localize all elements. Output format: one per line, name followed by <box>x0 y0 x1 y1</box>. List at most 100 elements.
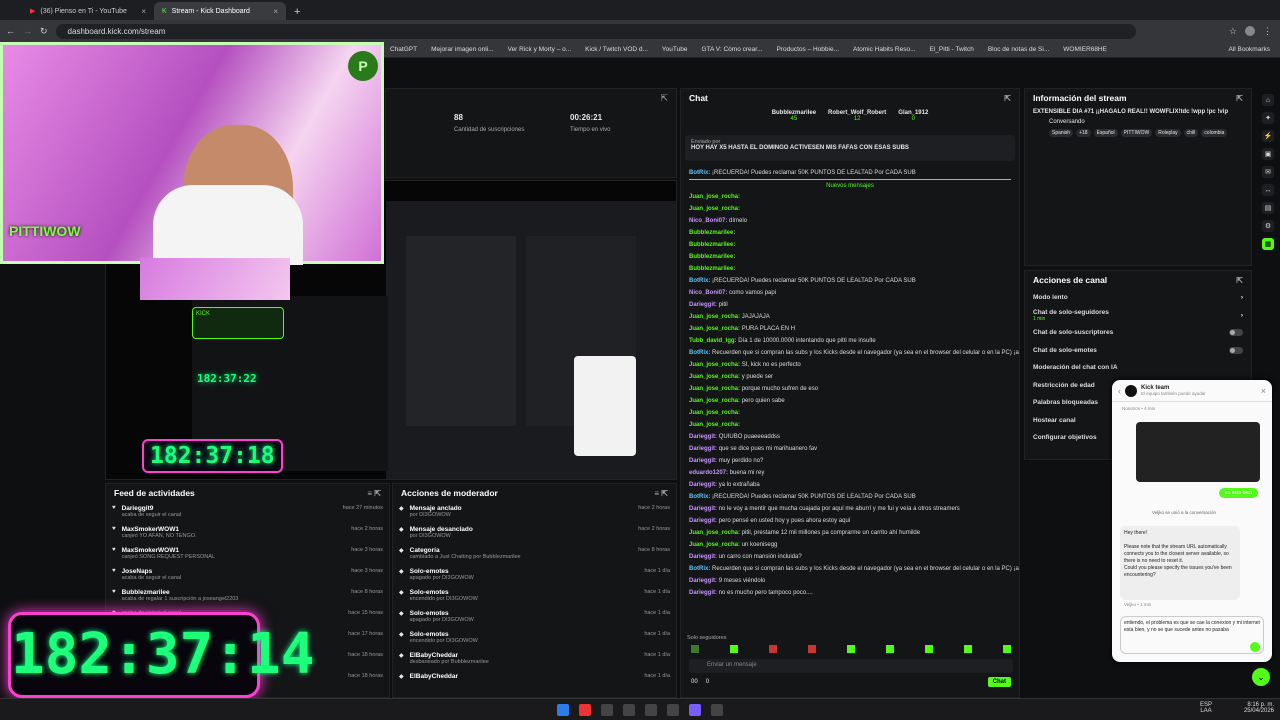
emote-icon[interactable] <box>886 645 894 653</box>
tag-chip[interactable]: chill <box>1183 129 1199 137</box>
back-icon[interactable]: ‹ <box>1118 386 1121 396</box>
rail-icon[interactable]: ⚙ <box>1262 220 1274 232</box>
tag-chip[interactable]: Spanish <box>1049 129 1074 137</box>
chat-username[interactable]: Darieggit: <box>689 446 717 452</box>
chat-username[interactable]: Juan_jose_rocha: <box>689 362 740 368</box>
star-icon[interactable]: ☆ <box>1229 26 1237 37</box>
bookmark-item[interactable]: Atomic Habits Reso... <box>853 46 916 53</box>
mod-item[interactable]: ◆ Solo-emotes encendido por DI3GOWOW hace 1… <box>393 628 676 649</box>
bookmark-item[interactable]: Kick / Twitch VOD d... <box>585 46 648 53</box>
channel-action[interactable]: Chat de solo-suscriptores <box>1025 324 1251 342</box>
emote-icon[interactable] <box>691 645 699 653</box>
bookmark-item[interactable]: WOMIER68HE <box>1063 46 1107 53</box>
app-icon[interactable] <box>623 703 635 716</box>
clock[interactable]: 8:16 p. m. 25/04/2026 <box>1244 702 1274 714</box>
edit-icon[interactable]: ⇱ <box>1236 94 1243 103</box>
send-icon[interactable] <box>1250 642 1260 652</box>
all-bookmarks[interactable]: All Bookmarks <box>1228 46 1270 53</box>
app-icon[interactable] <box>711 703 723 716</box>
mod-item[interactable]: ◆ Solo-emotes apagado por DI3GOWOW hace 1 d… <box>393 565 676 586</box>
rail-icon[interactable]: ↔ <box>1262 184 1274 196</box>
chat-username[interactable]: Juan_jose_rocha: <box>689 422 740 428</box>
chat-username[interactable]: Bubblezmarilee: <box>689 266 735 272</box>
chat-username[interactable]: Nico_Boni07: <box>689 218 727 224</box>
chat-username[interactable]: BotRix: <box>689 350 710 356</box>
feed-item[interactable]: ♥ Bubblezmarilee acaba de regalar 1 suscri… <box>106 586 389 607</box>
bookmark-item[interactable]: YouTube <box>662 46 688 53</box>
chat-username[interactable]: Juan_jose_rocha: <box>689 410 740 416</box>
chat-username[interactable]: Juan_jose_rocha: <box>689 206 740 212</box>
chat-username[interactable]: Nico_Boni07: <box>689 290 727 296</box>
mod-item[interactable]: ◆ Mensaje desanclado por DI3GOWOW hace 2 ho… <box>393 523 676 544</box>
channel-action[interactable]: Chat de solo-emotes <box>1025 342 1251 360</box>
steam-icon[interactable] <box>601 703 613 716</box>
profile-icon[interactable] <box>1245 26 1255 36</box>
feed-item[interactable]: ♥ Darieggit9 acaba de seguir el canal hace … <box>106 502 389 523</box>
feed-item[interactable]: ♥ MaxSmokerWOW1 canjeó SONG REQUEST PERSON… <box>106 544 389 565</box>
reload-icon[interactable]: ↻ <box>40 26 48 37</box>
chat-username[interactable]: Juan_jose_rocha: <box>689 194 740 200</box>
bookmark-item[interactable]: ChatGPT <box>390 46 417 53</box>
bookmark-item[interactable]: Productos – Hobbie... <box>777 46 840 53</box>
new-tab-icon[interactable]: + <box>286 6 308 18</box>
chat-username[interactable]: Juan_jose_rocha: <box>689 326 740 332</box>
popout-icon[interactable]: ⇱ <box>660 93 668 104</box>
start-icon[interactable] <box>557 703 569 716</box>
rail-icon[interactable]: ▤ <box>1262 202 1274 214</box>
chat-username[interactable]: Darieggit: <box>689 458 717 464</box>
chrome-icon[interactable] <box>579 703 591 716</box>
mod-item[interactable]: ◆ Mensaje anclado por DI3GOWOW hace 2 horas <box>393 502 676 523</box>
mod-item[interactable]: ◆ Solo-emotes apagado por DI3GOWOW hace 1 d… <box>393 607 676 628</box>
rail-icon[interactable]: ⚡ <box>1262 130 1274 142</box>
tag-chip[interactable]: colombia <box>1201 129 1228 137</box>
rail-icon[interactable]: ▦ <box>1262 238 1274 250</box>
forward-icon[interactable]: → <box>23 26 32 36</box>
chat-username[interactable]: BotRix: <box>689 278 710 284</box>
mod-item[interactable]: ◆ ElBabyCheddar hace 1 día <box>393 670 676 691</box>
mod-item[interactable]: ◆ Solo-emotes encendido por DI3GOWOW hace 1… <box>393 586 676 607</box>
rail-icon[interactable]: ✉ <box>1262 166 1274 178</box>
bookmark-item[interactable]: El_Pitti - Twitch <box>930 46 974 53</box>
chat-username[interactable]: Darieggit: <box>689 302 717 308</box>
close-icon[interactable]: × <box>273 7 278 16</box>
tag-chip[interactable]: Roleplay <box>1155 129 1181 137</box>
chat-username[interactable]: Darieggit: <box>689 590 717 596</box>
close-icon[interactable]: × <box>1261 386 1266 396</box>
mod-item[interactable]: ◆ ElBabyCheddar desbaneado por Bubblezmari… <box>393 649 676 670</box>
toggle-switch[interactable] <box>1229 346 1243 354</box>
app-icon[interactable] <box>645 703 657 716</box>
emote-icon[interactable] <box>964 645 972 653</box>
emote-icon[interactable] <box>808 645 816 653</box>
rail-icon[interactable]: ✦ <box>1262 112 1274 124</box>
app-icon[interactable] <box>667 703 679 716</box>
popout-icon[interactable]: ⇱ <box>1004 94 1011 103</box>
bookmark-item[interactable]: GTA V: Cómo crear... <box>701 46 762 53</box>
tab-youtube[interactable]: ▶ (36) Pienso en Ti - YouTube × <box>22 2 154 20</box>
chat-username[interactable]: Tubb_david_lgg: <box>689 338 737 344</box>
rail-icon[interactable]: ⌂ <box>1262 94 1274 106</box>
channel-action[interactable]: Chat de solo-seguidores 1 min › <box>1025 307 1251 325</box>
chat-username[interactable]: eduardo1207: <box>689 470 728 476</box>
pinned-message[interactable]: Enviado por HOY HAY X5 HASTA EL DOMINGO … <box>685 135 1015 161</box>
mod-item[interactable]: ◆ Categoría cambiado a Just Chatting por B… <box>393 544 676 565</box>
chat-input[interactable]: Enviar un mensaje <box>689 659 1013 673</box>
chat-username[interactable]: BotRix: <box>689 494 710 500</box>
chat-username[interactable]: Bubblezmarilee: <box>689 242 735 248</box>
bookmark-item[interactable]: Mejorar imagen onli... <box>431 46 494 53</box>
chat-username[interactable]: Juan_jose_rocha: <box>689 314 740 320</box>
close-icon[interactable]: × <box>141 7 146 16</box>
chat-username[interactable]: Juan_jose_rocha: <box>689 542 740 548</box>
tag-chip[interactable]: PITTIWOW <box>1120 129 1153 137</box>
chat-username[interactable]: Bubblezmarilee: <box>689 254 735 260</box>
filter-icon[interactable]: ≡ ⇱ <box>367 489 381 498</box>
feed-item[interactable]: ♥ JoseNaps acaba de seguir el canal hace 3 … <box>106 565 389 586</box>
chat-username[interactable]: Darieggit: <box>689 554 717 560</box>
emote-icon[interactable] <box>847 645 855 653</box>
channel-action[interactable]: Modo lento › <box>1025 289 1251 307</box>
feed-item[interactable]: ♥ MaxSmokerWOW1 canjeó YO AFAN, NO TENGO. h… <box>106 523 389 544</box>
chat-username[interactable]: Darieggit: <box>689 434 717 440</box>
toggle-switch[interactable] <box>1229 329 1243 337</box>
chat-username[interactable]: Juan_jose_rocha: <box>689 398 740 404</box>
screenshot-attachment[interactable] <box>1136 422 1260 482</box>
tag-chip[interactable]: Español <box>1093 129 1118 137</box>
